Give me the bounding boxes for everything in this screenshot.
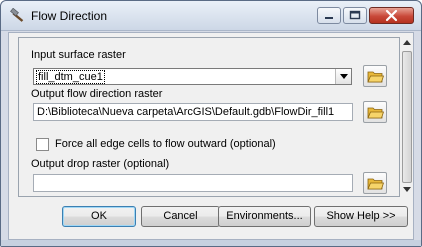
input-surface-label: Input surface raster [31,49,126,61]
maximize-icon [349,10,361,20]
dialog-window: Flow Direction Input surface raster fill… [0,0,422,247]
output-drop-label: Output drop raster (optional) [31,158,170,170]
minimize-button[interactable] [317,7,341,24]
browse-input-button[interactable] [363,65,387,87]
force-edge-label: Force all edge cells to flow outward (op… [55,138,276,150]
vertical-scrollbar[interactable] [401,37,413,197]
window-title: Flow Direction [31,9,108,23]
folder-icon [367,107,384,119]
maximize-button[interactable] [343,7,367,24]
input-surface-combo[interactable]: fill_dtm_cue1 [33,68,352,85]
hammer-icon [10,8,24,22]
window-bottom-border [1,240,421,246]
ok-button[interactable]: OK [62,206,136,227]
output-drop-input[interactable] [33,174,353,192]
input-surface-value: fill_dtm_cue1 [36,70,105,84]
close-button[interactable] [369,7,414,24]
force-edge-checkbox[interactable] [36,138,49,151]
folder-icon [367,178,384,190]
scroll-down-icon[interactable] [403,187,411,192]
environments-button[interactable]: Environments... [218,206,311,227]
scroll-up-icon[interactable] [403,40,411,45]
dropdown-button[interactable] [335,69,351,84]
parameters-panel: Input surface raster fill_dtm_cue1 Outpu… [18,37,400,197]
scrollbar-thumb[interactable] [402,51,412,183]
dialog-body: Input surface raster fill_dtm_cue1 Outpu… [8,32,414,240]
title-bar[interactable]: Flow Direction [1,1,421,31]
chevron-down-icon [340,74,348,79]
minimize-icon [325,17,333,19]
browse-output-drop-button[interactable] [363,172,387,194]
output-flow-input[interactable]: D:\Biblioteca\Nueva carpeta\ArcGIS\Defau… [33,103,353,121]
show-help-button[interactable]: Show Help >> [314,206,408,227]
browse-output-flow-button[interactable] [363,101,387,123]
close-icon [385,9,398,22]
cancel-button[interactable]: Cancel [141,206,220,227]
output-flow-label: Output flow direction raster [31,88,163,100]
folder-icon [367,71,384,83]
